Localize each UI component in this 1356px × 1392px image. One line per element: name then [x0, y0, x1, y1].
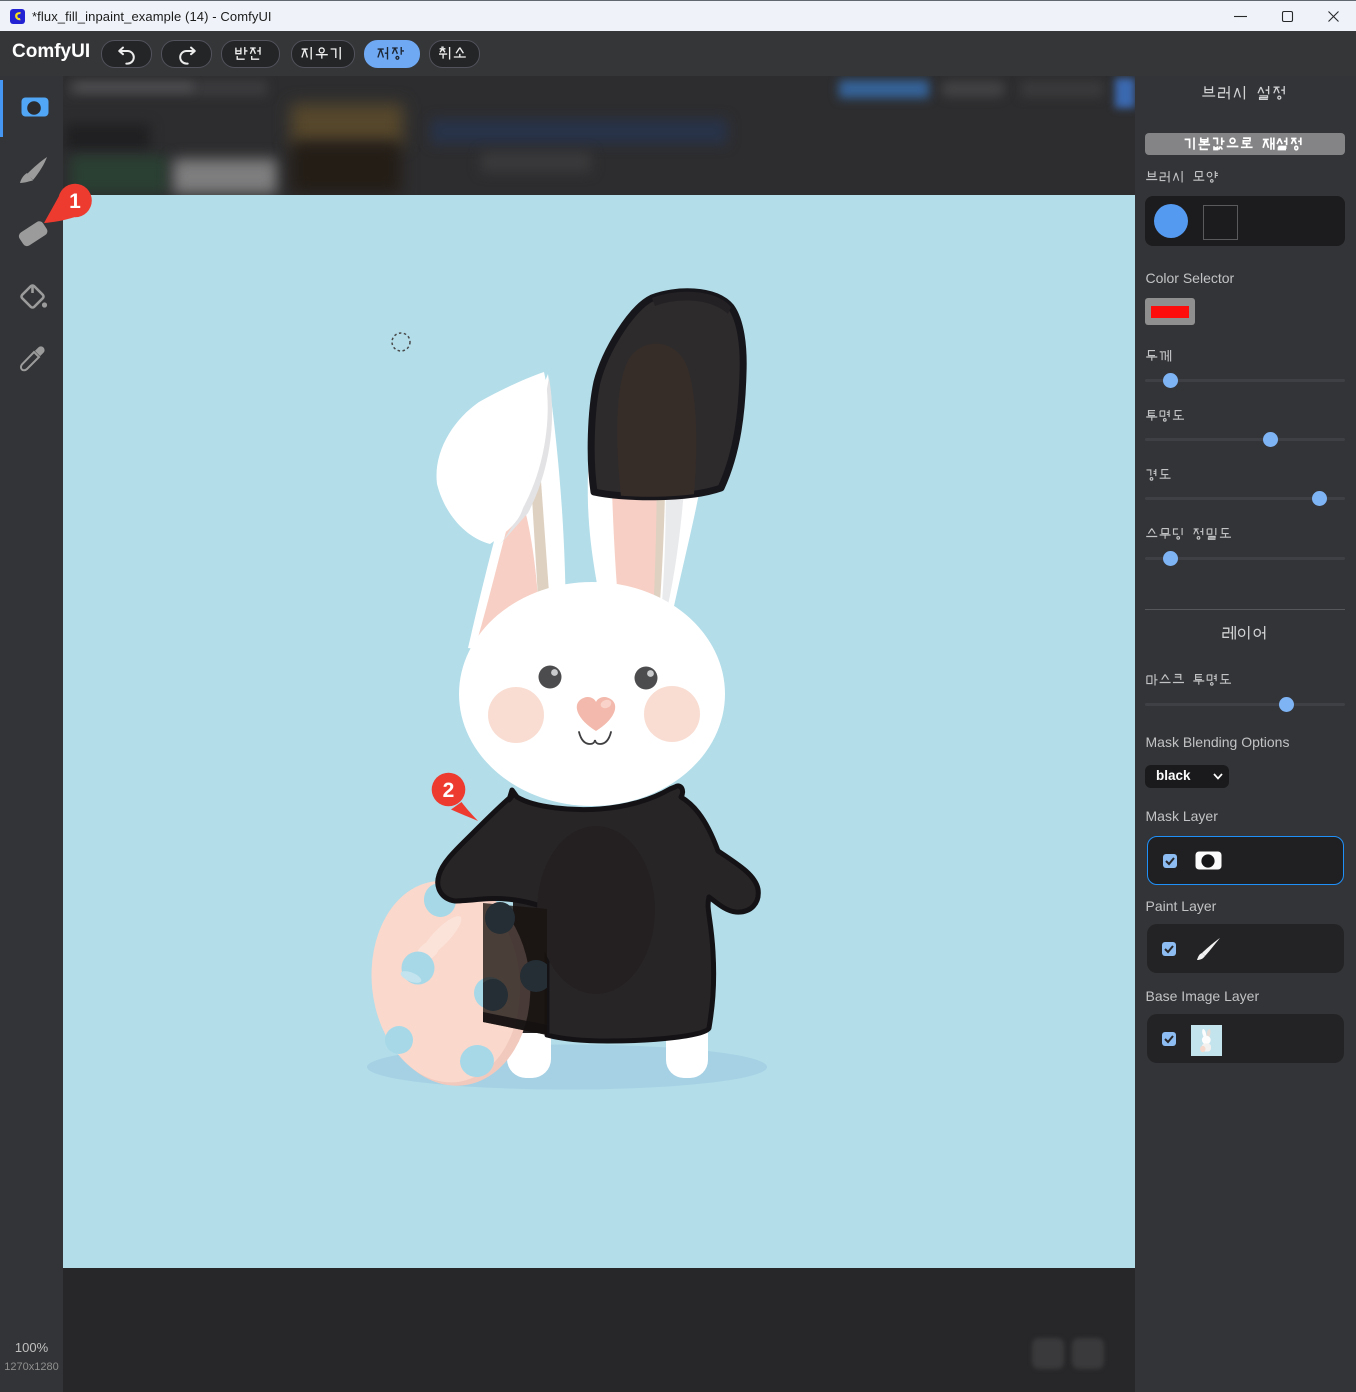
svg-text:1: 1 [69, 190, 81, 213]
svg-text:2: 2 [443, 779, 455, 802]
